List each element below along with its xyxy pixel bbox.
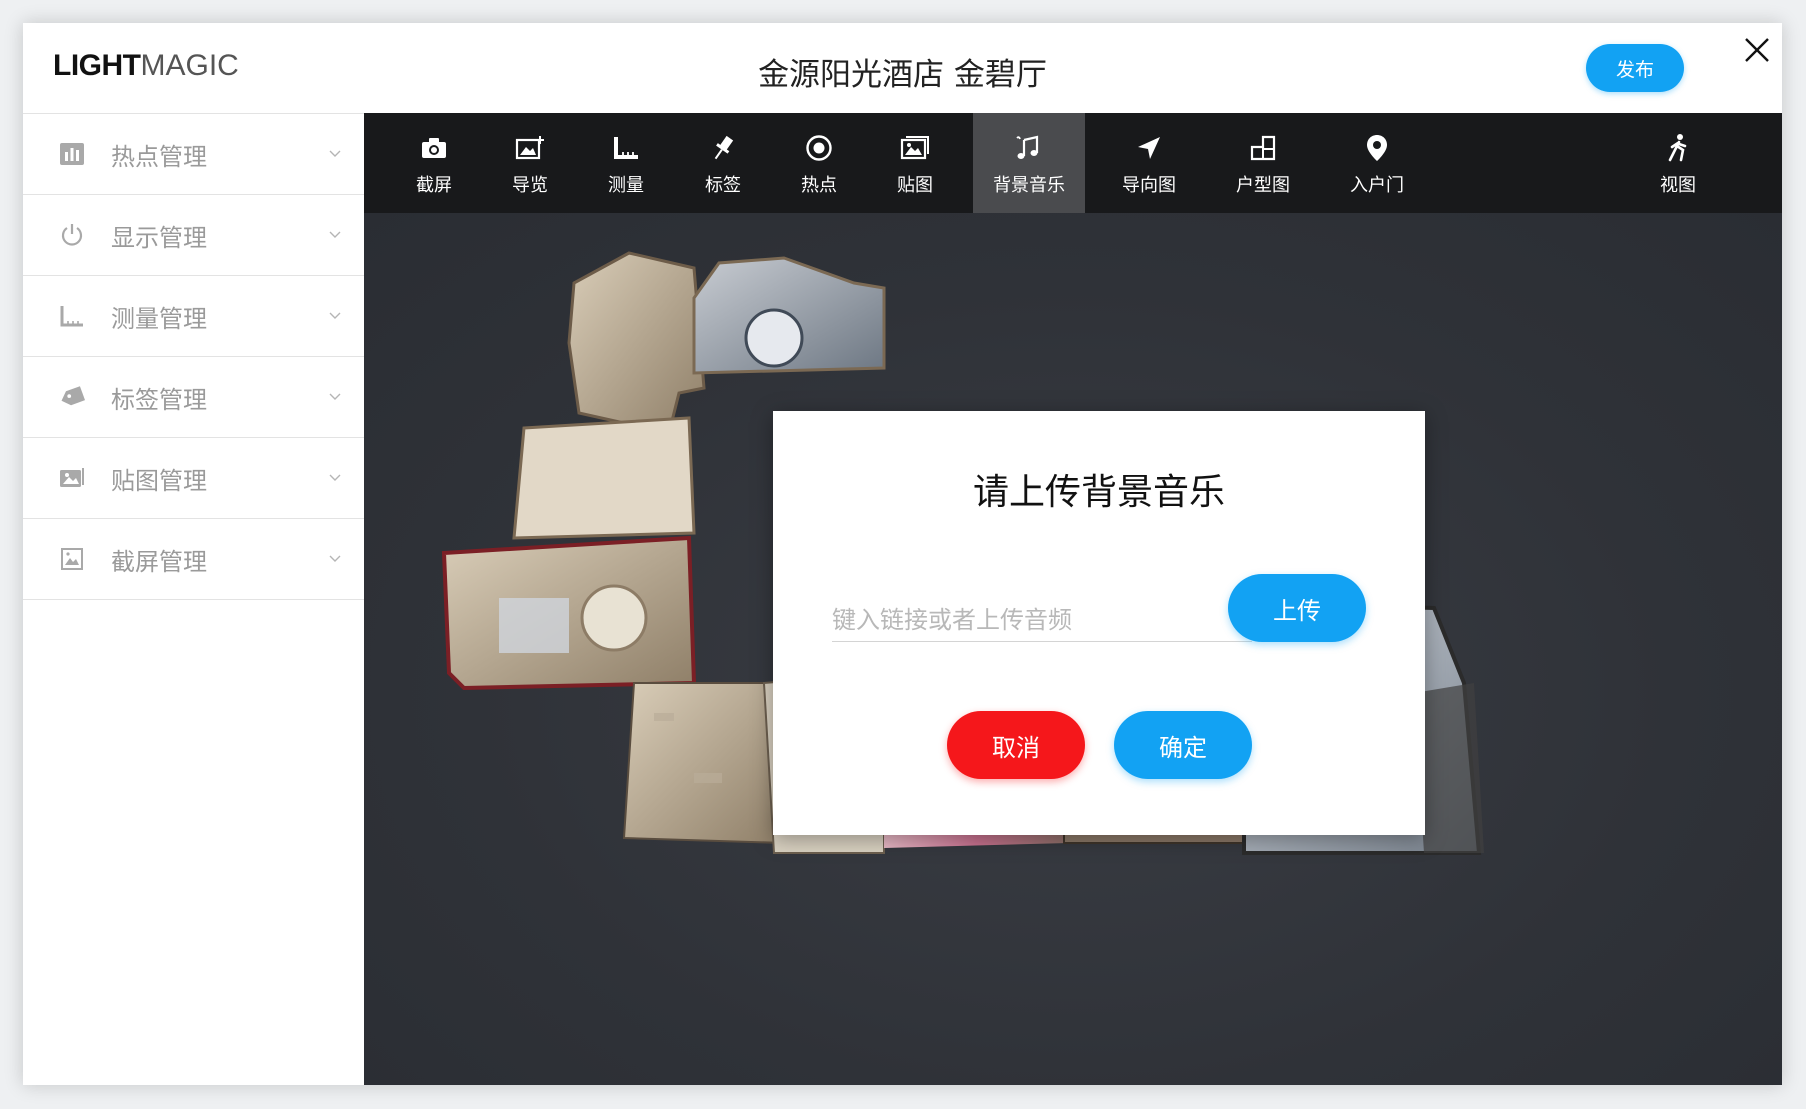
picture-frame-icon	[59, 546, 85, 572]
image-icon	[900, 133, 930, 163]
close-icon	[1745, 38, 1769, 62]
ruler-icon	[59, 303, 85, 329]
upload-button[interactable]: 上传	[1228, 574, 1366, 642]
bar-chart-icon	[59, 141, 85, 167]
tool-entrance-door[interactable]: 入户门	[1327, 113, 1427, 213]
tool-label: 背景音乐	[993, 175, 1065, 196]
sidebar-item-label: 截屏管理	[111, 548, 207, 576]
tag-icon	[59, 384, 85, 410]
location-pin-icon	[1362, 133, 1392, 163]
sidebar-item-label: 显示管理	[111, 224, 207, 252]
sidebar-item-label: 标签管理	[111, 386, 207, 414]
ruler-icon	[611, 133, 641, 163]
sidebar-item-label: 测量管理	[111, 305, 207, 333]
sidebar-item-screenshot[interactable]: 截屏管理	[23, 518, 364, 600]
tool-label: 截屏	[416, 175, 452, 196]
camera-icon	[419, 133, 449, 163]
chevron-down-icon	[329, 555, 341, 562]
sidebar: 热点管理 显示管理 测量管理 标签管理 贴图管理 截屏管理	[23, 113, 365, 1085]
tool-label: 热点	[801, 175, 837, 196]
image-add-icon	[515, 133, 545, 163]
tool-floorplan[interactable]: 户型图	[1213, 113, 1313, 213]
sidebar-item-tag[interactable]: 标签管理	[23, 356, 364, 437]
dialog-title: 请上传背景音乐	[972, 472, 1225, 513]
tool-label: 视图	[1660, 175, 1696, 196]
tool-background-music[interactable]: 背景音乐	[973, 113, 1085, 213]
sidebar-item-sticker[interactable]: 贴图管理	[23, 437, 364, 518]
tool-label: 测量	[608, 175, 644, 196]
tool-label: 导向图	[1122, 175, 1176, 196]
sidebar-item-measure[interactable]: 测量管理	[23, 275, 364, 356]
tool-label: 贴图	[897, 175, 933, 196]
tool-label: 标签	[705, 175, 741, 196]
image-icon	[59, 465, 85, 491]
toolbar: 截屏 导览 测量 标签 热点 贴图 背景音乐 导向图 户型图 入户门 视图	[364, 113, 1782, 213]
chevron-down-icon	[329, 150, 341, 157]
tool-hotspot[interactable]: 热点	[779, 113, 859, 213]
venue-title: 金源阳光酒店 金碧厅	[758, 57, 1047, 93]
hotspot-icon	[804, 133, 834, 163]
music-icon	[1014, 133, 1044, 163]
chevron-down-icon	[329, 474, 341, 481]
sidebar-item-hotspot[interactable]: 热点管理	[23, 113, 364, 194]
tool-measure[interactable]: 测量	[586, 113, 666, 213]
chevron-down-icon	[329, 393, 341, 400]
header: LIGHT MAGIC 金源阳光酒店 金碧厅 发布	[23, 23, 1782, 113]
tool-label: 入户门	[1350, 175, 1404, 196]
chevron-down-icon	[329, 231, 341, 238]
navigation-arrow-icon	[1134, 133, 1164, 163]
cancel-button[interactable]: 取消	[947, 711, 1085, 779]
app-window: LIGHT MAGIC 金源阳光酒店 金碧厅 发布 热点管理 显示管理 测量管理…	[23, 23, 1782, 1085]
pin-icon	[708, 133, 738, 163]
tool-guide-map[interactable]: 导向图	[1099, 113, 1199, 213]
tool-view[interactable]: 视图	[1638, 113, 1718, 213]
sidebar-item-display[interactable]: 显示管理	[23, 194, 364, 275]
tool-label: 户型图	[1236, 175, 1290, 196]
publish-button[interactable]: 发布	[1586, 44, 1684, 92]
tool-screenshot[interactable]: 截屏	[394, 113, 474, 213]
floorplan-icon	[1248, 133, 1278, 163]
tool-label: 导览	[512, 175, 548, 196]
tool-guide[interactable]: 导览	[490, 113, 570, 213]
walking-person-icon	[1663, 133, 1693, 163]
confirm-button[interactable]: 确定	[1114, 711, 1252, 779]
tool-tag[interactable]: 标签	[683, 113, 763, 213]
upload-music-dialog: 请上传背景音乐 上传 取消 确定	[773, 411, 1425, 835]
power-icon	[59, 222, 85, 248]
tool-sticker[interactable]: 贴图	[875, 113, 955, 213]
sidebar-item-label: 贴图管理	[111, 467, 207, 495]
chevron-down-icon	[329, 312, 341, 319]
audio-link-input[interactable]	[832, 599, 1252, 642]
sidebar-item-label: 热点管理	[111, 143, 207, 171]
close-button[interactable]	[1740, 33, 1774, 67]
